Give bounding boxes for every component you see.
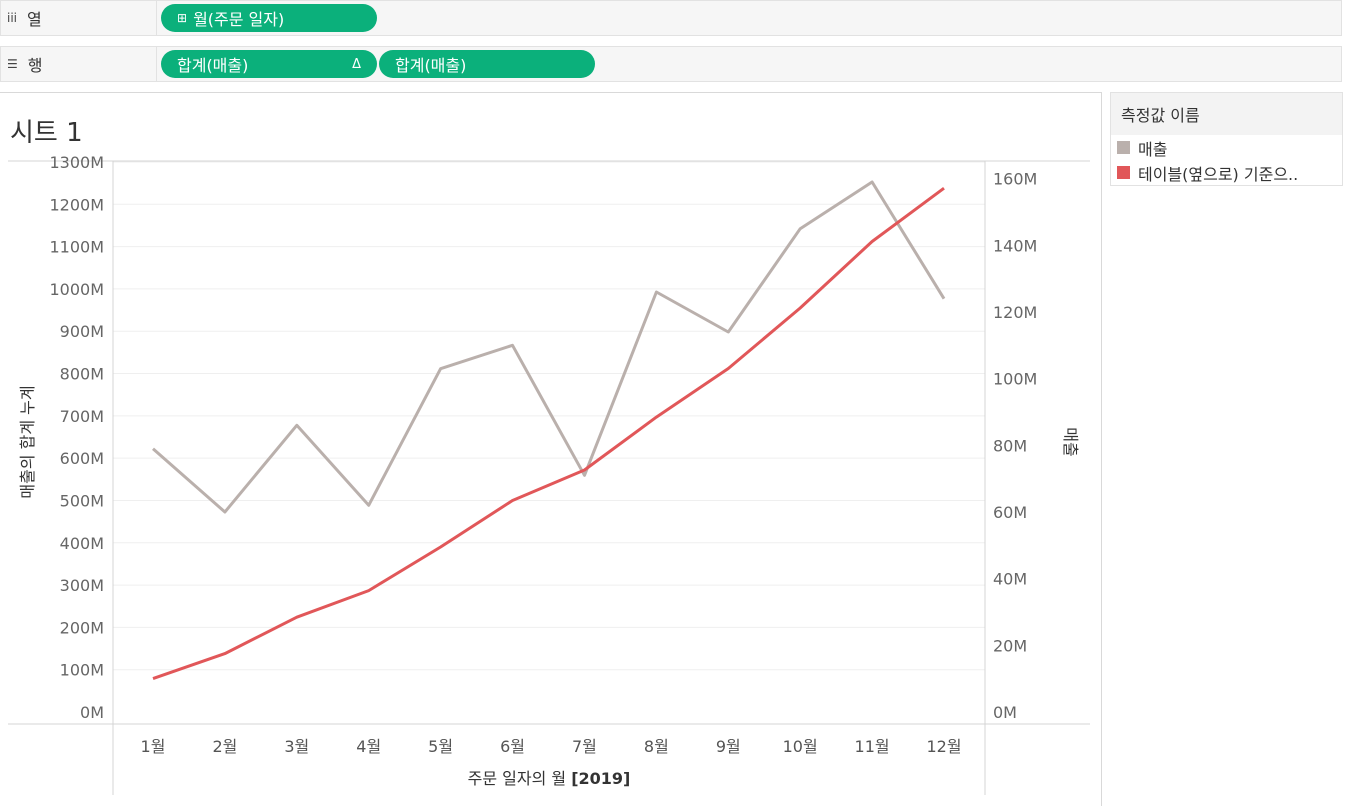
cumulative-sales-series-line — [152, 186, 945, 681]
columns-shelf: iii 열 ⊞ 월(주문 일자) — [0, 0, 1342, 36]
left-axis-tick-label: 1000M — [49, 280, 104, 299]
x-axis-tick-label: 9월 — [716, 737, 741, 756]
chart-grid — [113, 161, 985, 671]
left-axis-tick-label: 900M — [60, 322, 104, 341]
legend-item-sales[interactable]: 매출 — [1111, 135, 1342, 160]
x-axis-tick-label: 6월 — [500, 737, 525, 756]
x-axis-tick-label: 4월 — [356, 737, 381, 756]
columns-icon: iii — [7, 11, 18, 25]
left-axis-tick-label: 1100M — [49, 238, 104, 257]
right-axis-tick-label: 120M — [993, 303, 1037, 322]
left-axis-tick-label: 600M — [60, 449, 104, 468]
right-axis-tick-label: 160M — [993, 170, 1037, 189]
left-axis-title: 매출의 합계 누계 — [18, 385, 37, 498]
left-axis-tick-label: 300M — [60, 576, 104, 595]
month-order-date-pill[interactable]: ⊞ 월(주문 일자) — [161, 4, 377, 32]
columns-shelf-label: iii 열 — [1, 1, 157, 35]
left-axis-tick-label: 1200M — [49, 195, 104, 214]
x-axis-tick-label: 1월 — [141, 737, 166, 756]
columns-shelf-title: 열 — [27, 10, 42, 29]
x-axis-tick-label: 11월 — [855, 737, 890, 756]
right-axis-tick-label: 100M — [993, 370, 1037, 389]
expand-plus-icon[interactable]: ⊞ — [177, 11, 187, 25]
chart-axes — [8, 160, 1090, 795]
x-axis-tick-label: 7월 — [572, 737, 597, 756]
rows-shelf: ☰ 행 합계(매출) Δ 합계(매출) — [0, 46, 1342, 82]
chart-lines — [152, 180, 946, 681]
right-axis-tick-label: 0M — [993, 703, 1017, 722]
legend-label-sales: 매출 — [1138, 139, 1168, 159]
right-axis-tick-label: 140M — [993, 236, 1037, 255]
legend-swatch-cumulative — [1117, 166, 1130, 179]
x-axis-title: 주문 일자의 월 [2019] — [468, 769, 631, 788]
sum-sales-cumulative-pill-label: 합계(매출) — [177, 56, 249, 75]
rows-icon: ☰ — [7, 57, 18, 71]
rows-shelf-label: ☰ 행 — [1, 47, 157, 81]
sum-sales-pill[interactable]: 합계(매출) — [379, 50, 595, 78]
right-axis-tick-label: 60M — [993, 503, 1027, 522]
legend-panel: 측정값 이름 매출 테이블(옆으로) 기준으.. — [1110, 92, 1343, 186]
table-calculation-delta-icon: Δ — [352, 56, 361, 72]
x-axis-tick-label: 2월 — [212, 737, 237, 756]
left-axis-tick-label: 200M — [60, 618, 104, 637]
line-chart: 0M 100M 200M 300M 400M 500M 600M 700M 800M 900M 10… — [8, 153, 1090, 795]
right-axis-tick-label: 80M — [993, 436, 1027, 455]
legend-item-cumulative[interactable]: 테이블(옆으로) 기준으.. — [1111, 160, 1342, 185]
right-axis-tick-label: 20M — [993, 636, 1027, 655]
left-axis-tick-label: 800M — [60, 365, 104, 384]
left-axis-tick-label: 0M — [80, 703, 104, 722]
rows-shelf-title: 행 — [27, 56, 43, 75]
x-axis-tick-label: 5월 — [428, 737, 453, 756]
left-axis-tick-label: 400M — [60, 534, 104, 553]
right-axis-title: 매출 — [1061, 427, 1080, 456]
x-axis-tick-label: 8월 — [644, 737, 669, 756]
sales-series-line — [152, 180, 946, 514]
left-axis-tick-label: 500M — [60, 491, 104, 510]
left-axis-tick-label: 100M — [60, 661, 104, 680]
x-axis-tick-label: 3월 — [284, 737, 309, 756]
legend-title: 측정값 이름 — [1111, 93, 1342, 135]
legend-label-cumulative: 테이블(옆으로) 기준으.. — [1138, 164, 1299, 184]
left-axis-tick-label: 700M — [60, 407, 104, 426]
left-axis-tick-label: 1300M — [49, 153, 104, 172]
sheet-title: 시트 1 — [10, 118, 83, 148]
legend-swatch-sales — [1117, 141, 1130, 154]
sum-sales-pill-label: 합계(매출) — [395, 56, 467, 75]
x-axis-tick-label: 12월 — [926, 737, 961, 756]
month-order-date-pill-label: 월(주문 일자) — [193, 10, 285, 29]
sum-sales-cumulative-pill[interactable]: 합계(매출) Δ — [161, 50, 377, 78]
x-axis-tick-label: 10월 — [783, 737, 818, 756]
right-axis-tick-label: 40M — [993, 570, 1027, 589]
